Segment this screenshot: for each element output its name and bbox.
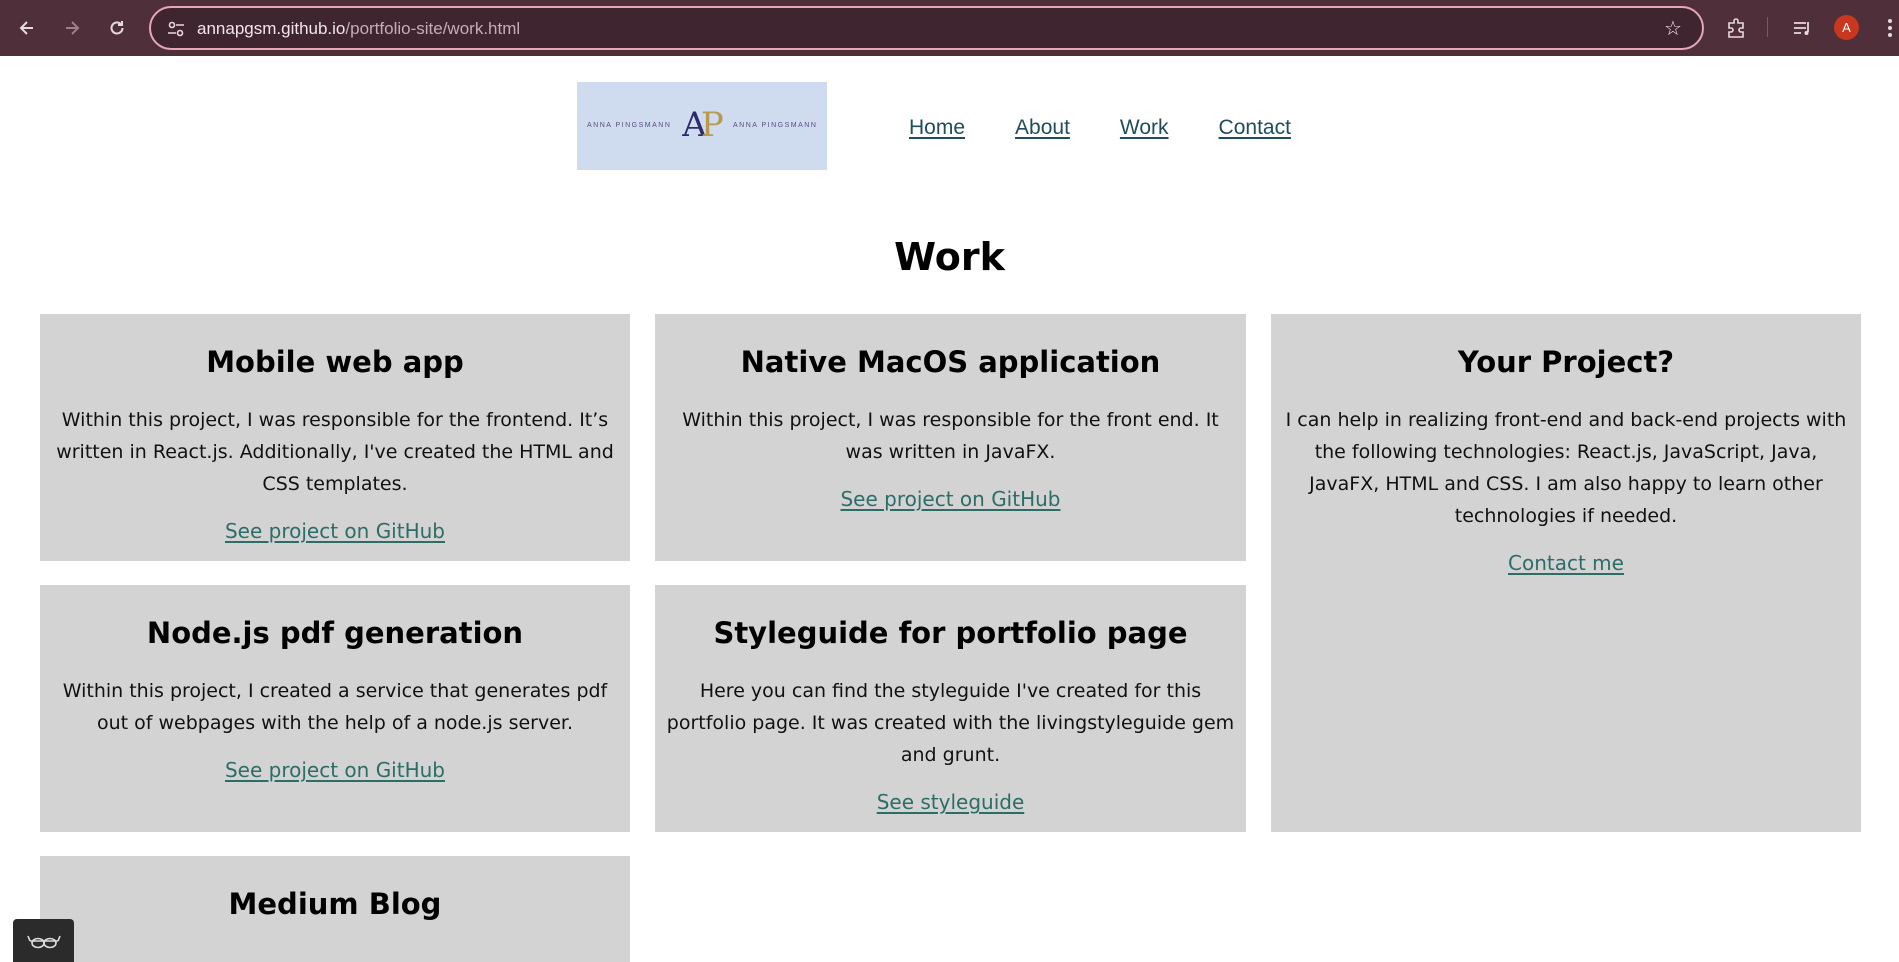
logo-right-text: ANNA PINGSMANN [733,122,818,129]
card-title: Mobile web app [206,345,464,379]
page-title: Work [894,235,1005,279]
page-content: ANNA PINGSMANN AP ANNA PINGSMANN Home Ab… [0,56,1899,962]
logo-monogram-p: P [700,105,724,145]
project-card-macos-app: Native MacOS application Within this pro… [655,314,1246,561]
menu-icon[interactable] [1884,14,1896,42]
site-info-icon[interactable] [165,18,187,40]
reload-icon[interactable] [103,14,131,42]
github-link[interactable]: See project on GitHub [225,758,445,782]
project-card-styleguide: Styleguide for portfolio page Here you c… [655,585,1246,832]
toolbar-divider [1767,17,1768,37]
browser-toolbar: annapgsm.github.io/portfolio-site/work.h… [0,0,1899,56]
main-nav: Home About Work Contact [909,116,1291,140]
url-host: annapgsm.github.io [197,19,346,38]
nav-link-contact[interactable]: Contact [1219,116,1291,140]
nav-link-about[interactable]: About [1015,116,1070,140]
extensions-icon[interactable] [1722,14,1750,42]
nav-link-home[interactable]: Home [909,116,965,140]
card-description: Within this project, I was responsible f… [56,409,614,495]
site-logo[interactable]: ANNA PINGSMANN AP ANNA PINGSMANN [577,82,827,170]
card-title: Node.js pdf generation [146,616,524,650]
nav-link-work[interactable]: Work [1120,116,1169,140]
card-title: Your Project? [1457,345,1675,379]
card-title: Medium Blog [228,887,442,921]
github-link[interactable]: See project on GitHub [225,519,445,543]
logo-monogram: AP [678,104,728,146]
card-title: Native MacOS application [740,345,1161,379]
contact-me-link[interactable]: Contact me [1508,551,1624,575]
project-card-mobile-web-app: Mobile web app Within this project, I wa… [40,314,630,561]
back-icon[interactable] [13,14,41,42]
card-title: Styleguide for portfolio page [713,616,1188,650]
card-description: Within this project, I created a service… [62,680,608,734]
reader-glasses-icon[interactable] [13,919,74,962]
profile-avatar[interactable]: A [1834,15,1859,40]
url-text[interactable]: annapgsm.github.io/portfolio-site/work.h… [197,19,520,39]
card-description: I can help in realizing front-end and ba… [1285,409,1847,527]
url-path: /portfolio-site/work.html [345,19,521,38]
project-card-your-project: Your Project? I can help in realizing fr… [1271,314,1861,832]
media-icon[interactable] [1788,14,1816,42]
card-description: Within this project, I was responsible f… [682,409,1219,463]
project-card-pdf-generation: Node.js pdf generation Within this proje… [40,585,630,832]
project-card-medium-blog: Medium Blog [40,856,630,962]
address-bar[interactable]: annapgsm.github.io/portfolio-site/work.h… [149,6,1704,50]
styleguide-link[interactable]: See styleguide [877,790,1025,814]
forward-icon[interactable] [58,14,86,42]
logo-left-text: ANNA PINGSMANN [587,122,672,129]
card-description: Here you can find the styleguide I've cr… [666,680,1235,766]
star-icon[interactable]: ☆ [1662,17,1684,39]
github-link[interactable]: See project on GitHub [840,487,1060,511]
